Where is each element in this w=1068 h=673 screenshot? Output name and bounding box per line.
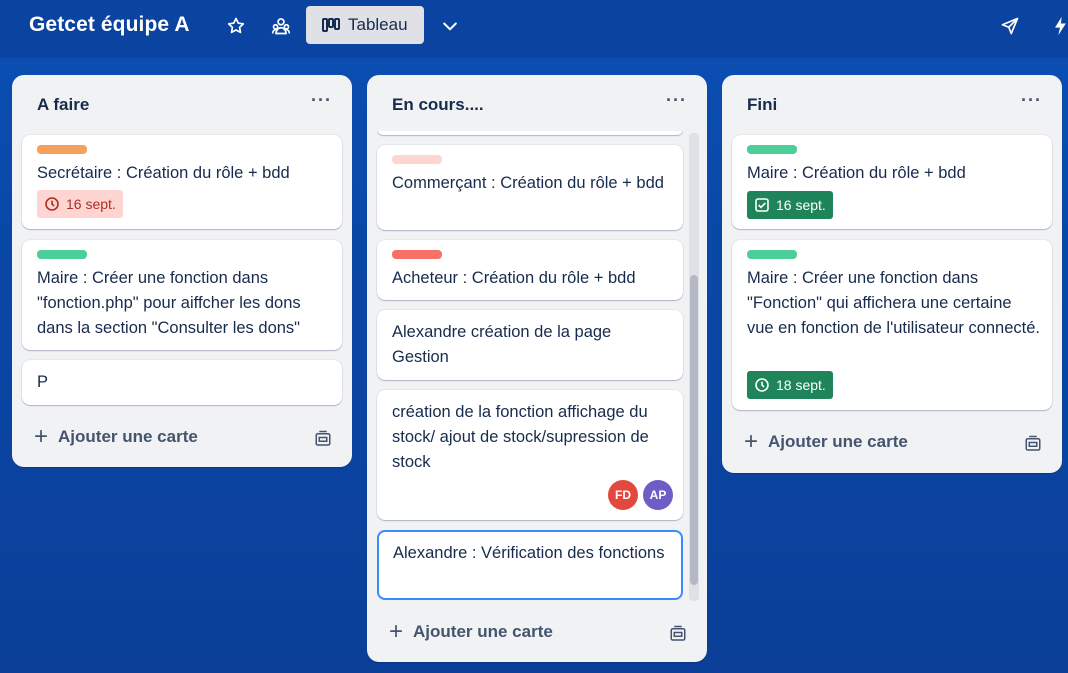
plus-icon: + — [744, 428, 759, 455]
card[interactable]: Alexandre création de la page Gestion — [377, 310, 683, 380]
card[interactable] — [377, 131, 683, 135]
list-en-cours: En cours.... ··· Commerçant : Création d… — [367, 75, 707, 662]
chevron-down-icon[interactable] — [440, 16, 460, 36]
list-menu-icon[interactable]: ··· — [666, 91, 687, 109]
board-header: Getcet équipe A Tableau — [0, 0, 1068, 58]
board-view-icon — [322, 18, 340, 32]
avatar[interactable]: FD — [608, 480, 638, 510]
due-date: 18 sept. — [776, 377, 826, 393]
add-card-label: Ajouter une carte — [768, 432, 908, 451]
list-title[interactable]: A faire — [37, 95, 89, 115]
card[interactable]: Maire : Création du rôle + bdd 16 sept. — [732, 135, 1052, 229]
card-template-icon[interactable] — [1024, 435, 1042, 458]
clock-icon — [755, 378, 769, 392]
card-template-icon[interactable] — [669, 625, 687, 648]
card-title: Maire : Créer une fonction dans "fonctio… — [37, 269, 301, 337]
board-title[interactable]: Getcet équipe A — [29, 13, 190, 37]
list-menu-icon[interactable]: ··· — [1021, 91, 1042, 109]
card[interactable]: Secrétaire : Création du rôle + bdd 16 s… — [22, 135, 342, 229]
card[interactable]: Acheteur : Création du rôle + bdd — [377, 240, 683, 300]
due-date-badge[interactable]: 18 sept. — [747, 371, 833, 399]
checkbox-icon — [755, 198, 769, 212]
card-title: Secrétaire : Création du rôle + bdd — [37, 164, 290, 182]
add-card-button[interactable]: + Ajouter une carte — [34, 423, 198, 450]
card-template-icon[interactable] — [314, 430, 332, 453]
list-scrollbar[interactable] — [689, 133, 699, 601]
list-title[interactable]: Fini — [747, 95, 777, 115]
card[interactable]: Maire : Créer une fonction dans "Fonctio… — [732, 240, 1052, 410]
board-view-label: Tableau — [348, 15, 408, 34]
star-icon[interactable] — [226, 16, 246, 36]
due-date: 16 sept. — [776, 197, 826, 213]
add-card-label: Ajouter une carte — [413, 622, 553, 641]
plus-icon: + — [34, 423, 49, 450]
card-label[interactable] — [392, 155, 442, 164]
team-visibility-icon[interactable] — [271, 16, 291, 36]
paper-plane-icon[interactable] — [1000, 16, 1020, 36]
card-title: P — [37, 373, 49, 391]
card[interactable]: création de la fonction affichage du sto… — [377, 390, 683, 520]
card-title: Commerçant : Création du rôle + bdd — [392, 174, 664, 192]
clock-icon — [45, 197, 59, 211]
card[interactable]: Alexandre : Vérification des fonctions — [377, 530, 683, 600]
due-date-badge[interactable]: 16 sept. — [747, 191, 833, 219]
card[interactable]: Commerçant : Création du rôle + bdd — [377, 145, 683, 230]
add-card-button[interactable]: + Ajouter une carte — [389, 618, 553, 645]
plus-icon: + — [389, 618, 404, 645]
card-label[interactable] — [392, 250, 442, 259]
card-label[interactable] — [747, 250, 797, 259]
scrollbar-thumb[interactable] — [690, 275, 698, 585]
card-label[interactable] — [37, 250, 87, 259]
card-label[interactable] — [747, 145, 797, 154]
list-title[interactable]: En cours.... — [392, 95, 484, 115]
card-title: Alexandre : Vérification des fonctions — [393, 544, 665, 562]
card[interactable]: Maire : Créer une fonction dans "fonctio… — [22, 240, 342, 350]
board-view-button[interactable]: Tableau — [306, 6, 424, 44]
card-title: Alexandre création de la page Gestion — [392, 323, 612, 366]
due-date: 16 sept. — [66, 196, 116, 212]
card-title: création de la fonction affichage du sto… — [392, 403, 649, 471]
list-fini: Fini ··· Maire : Création du rôle + bdd … — [722, 75, 1062, 473]
list-a-faire: A faire ··· Secrétaire : Création du rôl… — [12, 75, 352, 467]
add-card-label: Ajouter une carte — [58, 427, 198, 446]
add-card-button[interactable]: + Ajouter une carte — [744, 428, 908, 455]
card[interactable]: P — [22, 360, 342, 405]
list-menu-icon[interactable]: ··· — [311, 91, 332, 109]
card-label[interactable] — [37, 145, 87, 154]
due-date-badge[interactable]: 16 sept. — [37, 190, 123, 218]
lightning-icon[interactable] — [1052, 16, 1068, 36]
card-title: Maire : Création du rôle + bdd — [747, 164, 966, 182]
card-title: Maire : Créer une fonction dans "Fonctio… — [747, 269, 1041, 337]
card-title: Acheteur : Création du rôle + bdd — [392, 269, 636, 287]
list-cards-scroll-area[interactable]: Commerçant : Création du rôle + bdd Ache… — [367, 131, 707, 605]
avatar[interactable]: AP — [643, 480, 673, 510]
